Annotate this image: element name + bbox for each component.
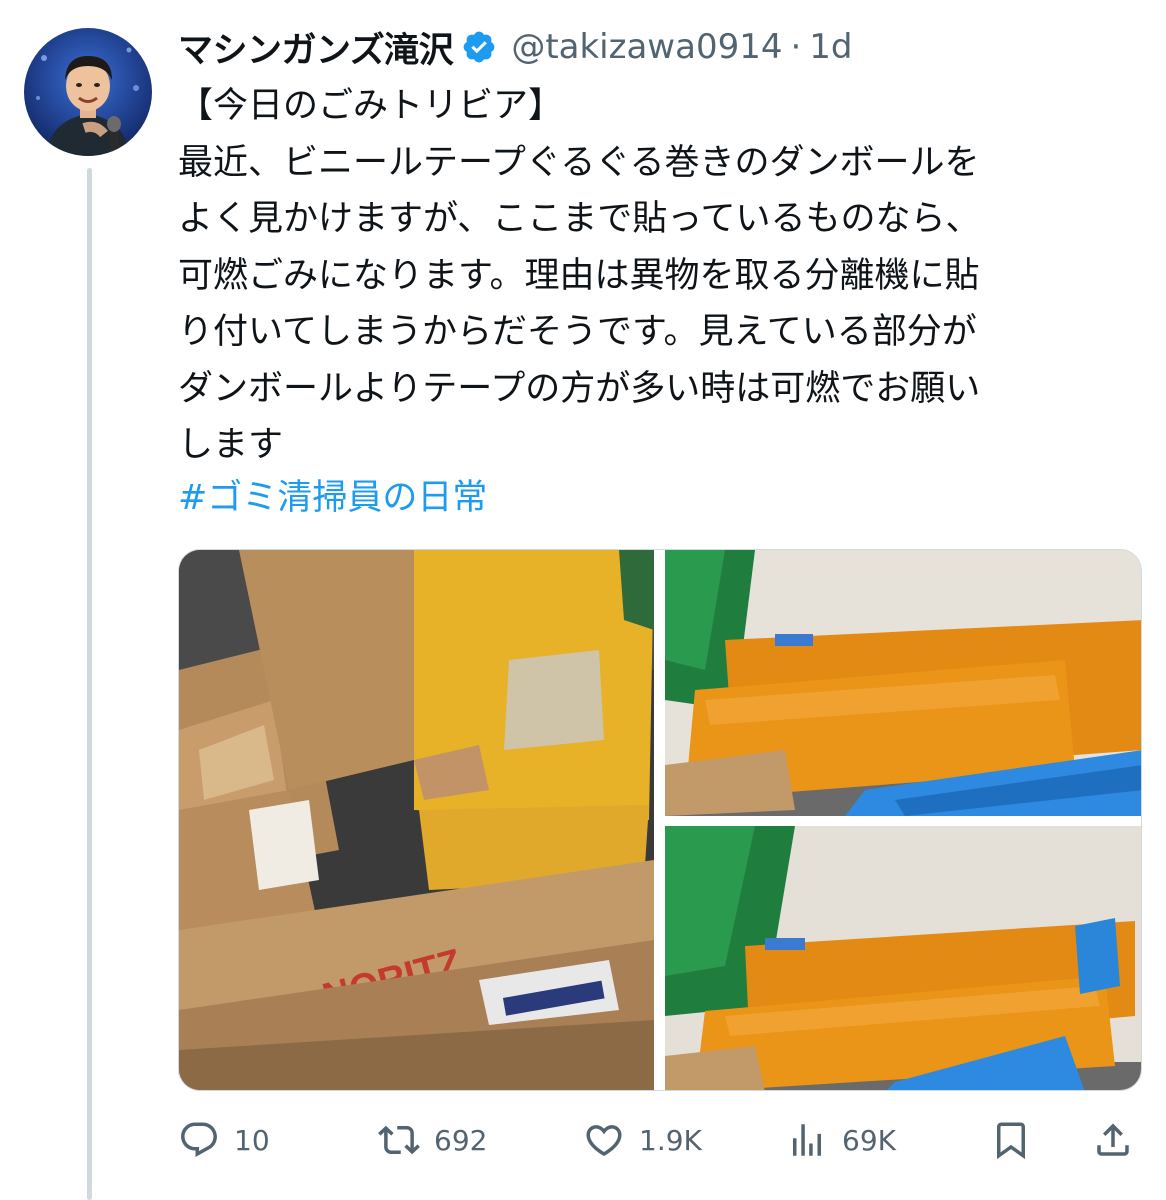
hashtag-link[interactable]: #ゴミ清掃員の日常 (178, 470, 487, 526)
avatar[interactable] (24, 28, 152, 156)
tweet-actions: 10 692 1.9K 69K (178, 1112, 1142, 1168)
reply-button[interactable]: 10 (178, 1112, 270, 1168)
tweet-text-line: 最近、ビニールテープぐるぐる巻きのダンボールを (178, 142, 980, 183)
bookmark-button[interactable] (990, 1112, 1032, 1168)
thread-connector-line (87, 168, 92, 1200)
tweet-text-line: ダンボールよりテープの方が多い時は可燃でお願い (178, 368, 981, 409)
like-icon (586, 1125, 622, 1157)
media-photo-3[interactable] (665, 826, 1141, 1090)
views-button[interactable]: 69K (786, 1112, 896, 1168)
tweet-text-line: 【今日のごみトリビア】 (178, 86, 564, 126)
avatar-image (24, 28, 152, 156)
reply-icon (181, 1122, 217, 1157)
author-display-name[interactable]: マシンガンズ滝沢 (178, 22, 454, 73)
views-icon (793, 1124, 821, 1156)
media-photo-1[interactable]: NORITZ (179, 550, 654, 1090)
reply-count: 10 (234, 1123, 270, 1157)
media-grid: NORITZ (178, 549, 1142, 1091)
like-button[interactable]: 1.9K (583, 1112, 702, 1168)
tweet-text-line: 可燃ごみになります。理由は異物を取る分離機に貼 (178, 255, 980, 296)
tweet-text-line: り付いてしまうからだそうです。見えている部分が (178, 312, 977, 352)
views-count: 69K (842, 1123, 896, 1157)
tweet-text: 【今日のごみトリビア】 最近、ビニールテープぐるぐる巻きのダンボールを よく見か… (178, 78, 1138, 474)
tweet-header: マシンガンズ滝沢 @takizawa0914 · 1d (178, 20, 853, 74)
author-handle[interactable]: @takizawa0914 (511, 27, 782, 67)
tweet-text-line: します (178, 425, 284, 465)
retweet-icon (378, 1125, 420, 1155)
like-count: 1.9K (639, 1123, 702, 1157)
verified-badge-icon[interactable] (461, 29, 497, 65)
bookmark-icon (997, 1122, 1025, 1160)
media-photo-2[interactable] (665, 550, 1141, 816)
tweet-text-line: よく見かけますが、ここまで貼っているものなら、 (178, 199, 981, 239)
header-separator: · (790, 27, 802, 67)
share-icon (1097, 1123, 1129, 1156)
tweet-timestamp[interactable]: 1d (809, 27, 852, 67)
retweet-count: 692 (434, 1123, 488, 1157)
retweet-button[interactable]: 692 (378, 1112, 487, 1168)
share-button[interactable] (1092, 1112, 1134, 1168)
